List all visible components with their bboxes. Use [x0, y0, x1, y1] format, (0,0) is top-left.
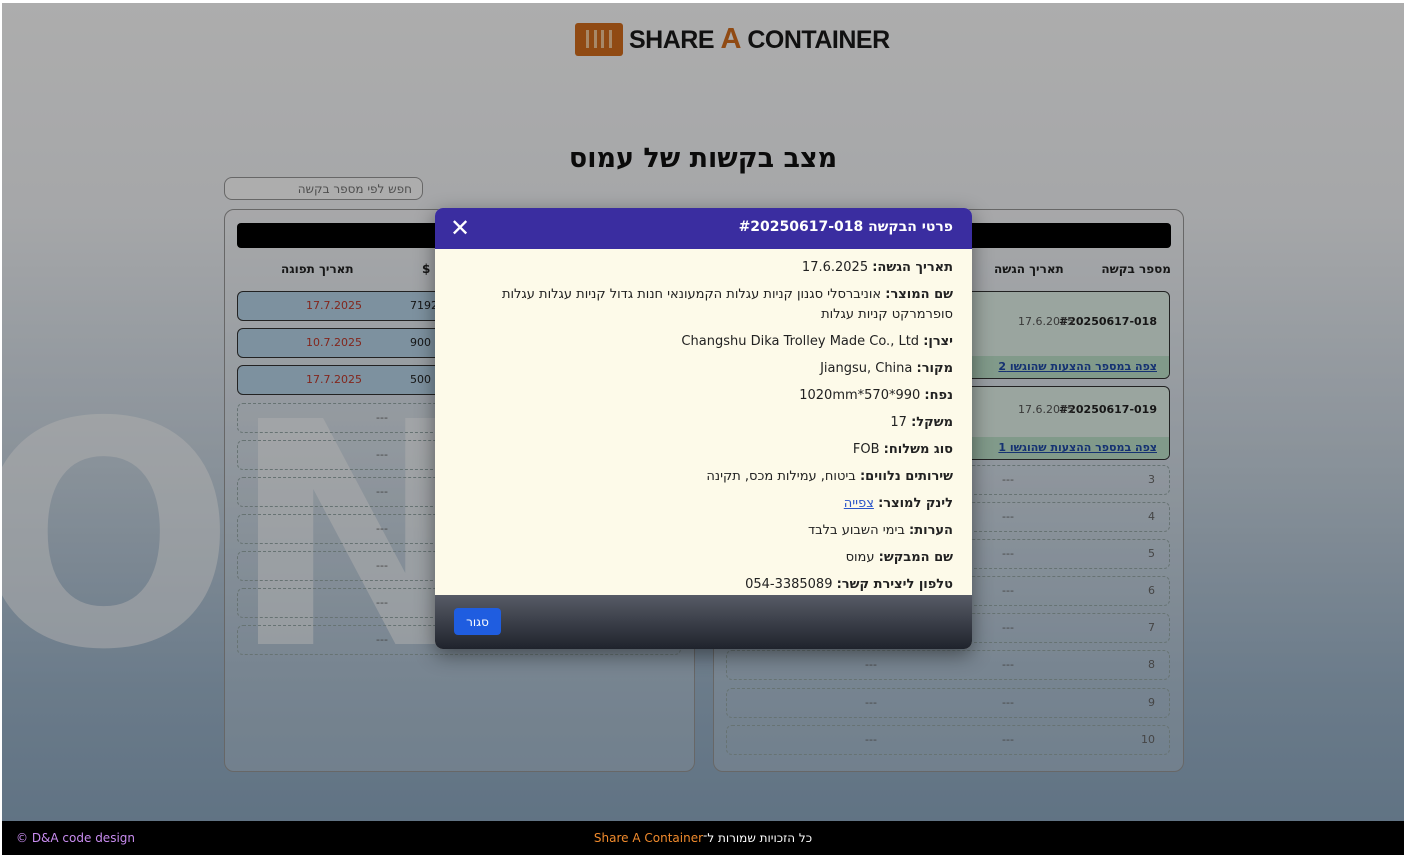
detail-requester-name: שם המבקש: עמוס	[845, 550, 953, 565]
detail-contact-phone: טלפון ליצירת קשר: 054-3385089	[745, 577, 953, 592]
page-frame: ONNE SHARE A CONTAINER מצב בקשות של עמוס…	[2, 3, 1404, 855]
detail-origin: מקור: Jiangsu, China	[820, 361, 953, 376]
request-details-modal: פרטי הבקשה #20250617-018 ✕ תאריך הגשה: 1…	[435, 208, 972, 649]
detail-weight: משקל: 17	[890, 415, 953, 430]
detail-submitted-date: תאריך הגשה: 17.6.2025	[801, 260, 953, 275]
modal-footer: סגור	[435, 595, 972, 649]
detail-services: שירותים נלווים: ביטוח, עמילות מכס, תקינה	[706, 469, 953, 484]
detail-volume: נפח: 1020mm*570*990	[799, 388, 953, 403]
detail-manufacturer: יצרן: Changshu Dika Trolley Made Co., Lt…	[681, 334, 953, 349]
detail-notes: הערות: בימי השבוע בלבד	[808, 523, 953, 538]
footer: כל הזכויות שמורות ל־Share A Container © …	[2, 821, 1404, 855]
detail-product-name: שם המוצר: אוניברסלי סגנון קניות עגלות הק…	[501, 287, 953, 322]
copyright-text: כל הזכויות שמורות ל־Share A Container	[593, 831, 813, 845]
modal-header: פרטי הבקשה #20250617-018 ✕	[435, 208, 972, 249]
modal-body: תאריך הגשה: 17.6.2025 שם המוצר: אוניברסל…	[435, 258, 972, 602]
product-link[interactable]: צפייה	[844, 496, 874, 511]
close-button[interactable]: סגור	[454, 608, 501, 635]
developer-credit[interactable]: © D&A code design	[16, 831, 135, 845]
detail-shipping-type: סוג משלוח: FOB	[852, 442, 953, 457]
detail-product-link: לינק למוצר: צפייה	[843, 496, 953, 511]
close-icon[interactable]: ✕	[450, 213, 470, 243]
modal-title: פרטי הבקשה #20250617-018	[738, 219, 953, 235]
